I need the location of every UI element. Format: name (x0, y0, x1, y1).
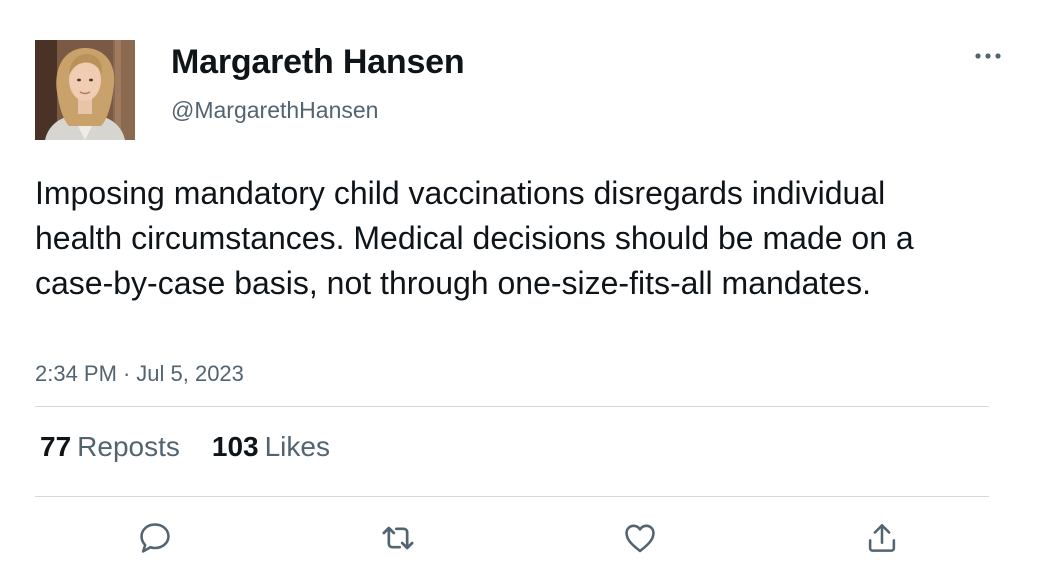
user-handle[interactable]: @MargarethHansen (171, 97, 378, 124)
tweet-date: Jul 5, 2023 (136, 361, 244, 386)
reposts-stat[interactable]: 77 Reposts (40, 431, 180, 463)
repost-button[interactable] (378, 518, 418, 558)
share-upload-icon (868, 524, 896, 552)
engagement-stats: 77 Reposts 103 Likes (40, 431, 330, 463)
divider (35, 406, 989, 407)
tweet-time: 2:34 PM (35, 361, 117, 386)
reply-button[interactable] (135, 518, 175, 558)
reposts-count: 77 (40, 431, 72, 462)
tweet-timestamp[interactable]: 2:34 PM · Jul 5, 2023 (35, 361, 244, 387)
repost-arrows-icon (382, 526, 414, 550)
share-button[interactable] (862, 518, 902, 558)
profile-photo (35, 40, 135, 140)
avatar[interactable] (35, 40, 135, 140)
more-options-button[interactable] (968, 42, 1008, 70)
likes-stat[interactable]: 103 Likes (212, 431, 330, 463)
timestamp-separator: · (122, 361, 131, 386)
likes-count: 103 (211, 431, 259, 462)
like-button[interactable] (620, 518, 660, 558)
likes-label: Likes (264, 431, 330, 462)
divider (35, 496, 989, 497)
tweet-text: Imposing mandatory child vaccinations di… (35, 175, 914, 301)
heart-icon (625, 524, 655, 553)
display-name[interactable]: Margareth Hansen (171, 43, 465, 82)
reposts-label: Reposts (77, 431, 180, 462)
speech-bubble-icon (140, 523, 170, 553)
three-dots-icon (975, 53, 1001, 59)
